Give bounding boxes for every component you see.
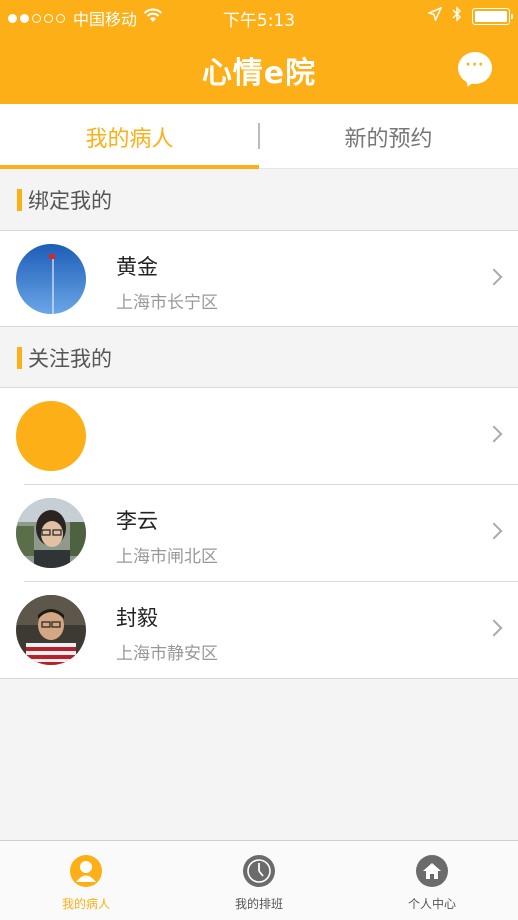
home-icon xyxy=(416,855,448,887)
section-header-followers: 关注我的 xyxy=(0,327,518,389)
tabbar-my-patients[interactable]: 我的病人 xyxy=(0,841,172,920)
chat-bubble-icon: ··· xyxy=(465,57,485,73)
avatar xyxy=(16,595,86,665)
chevron-right-icon xyxy=(485,619,503,637)
tab-my-patients[interactable]: 我的病人 xyxy=(0,104,259,169)
patient-location: 上海市静安区 xyxy=(116,644,218,664)
status-bar: 中国移动 下午5:13 xyxy=(0,0,518,34)
patient-tabs: 我的病人 新的预约 xyxy=(0,104,518,169)
patient-location: 上海市闸北区 xyxy=(116,547,218,567)
divider xyxy=(0,678,518,679)
avatar xyxy=(16,498,86,568)
chat-button[interactable]: ··· xyxy=(458,52,492,84)
patient-row[interactable]: 李云 上海市闸北区 xyxy=(0,485,518,582)
tab-new-appointments[interactable]: 新的预约 xyxy=(259,104,518,169)
patient-name: 李云 xyxy=(116,509,158,533)
section-title: 关注我的 xyxy=(28,347,112,371)
patient-name: 封毅 xyxy=(116,606,158,630)
bluetooth-icon xyxy=(452,6,462,27)
section-title: 绑定我的 xyxy=(28,189,112,213)
location-arrow-icon xyxy=(426,6,443,26)
bottom-tab-bar: 我的病人 我的排班 个人中心 xyxy=(0,840,518,920)
tabbar-label: 个人中心 xyxy=(407,897,456,911)
patient-row[interactable] xyxy=(0,388,518,485)
tabbar-my-schedule[interactable]: 我的排班 xyxy=(173,841,345,920)
patient-row[interactable]: 封毅 上海市静安区 xyxy=(0,582,518,679)
tabbar-personal-center[interactable]: 个人中心 xyxy=(346,841,518,920)
section-accent-bar xyxy=(17,189,22,211)
tabbar-label: 我的排班 xyxy=(234,897,283,911)
section-accent-bar xyxy=(17,347,22,369)
status-right xyxy=(426,6,513,27)
chevron-right-icon xyxy=(485,425,503,443)
battery-icon xyxy=(472,8,513,25)
patient-name: 黄金 xyxy=(116,255,158,279)
nav-bar: 心情e院 ··· xyxy=(0,34,518,104)
avatar xyxy=(16,401,86,471)
clock-icon xyxy=(243,855,275,887)
avatar xyxy=(16,244,86,314)
patient-row[interactable]: 黄金 上海市长宁区 xyxy=(0,231,518,328)
app-logo: 心情e院 xyxy=(201,56,317,91)
section-header-bound: 绑定我的 xyxy=(0,169,518,231)
tabbar-label: 我的病人 xyxy=(61,897,110,911)
person-icon xyxy=(70,855,102,887)
chevron-right-icon xyxy=(485,268,503,286)
patient-location: 上海市长宁区 xyxy=(116,293,218,313)
chevron-right-icon xyxy=(485,522,503,540)
